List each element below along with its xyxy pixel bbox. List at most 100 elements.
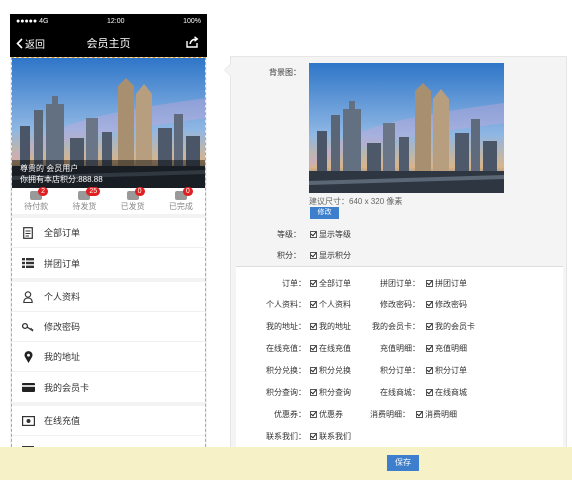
- checkmark-icon: [310, 345, 317, 352]
- checkbox-label: 个人资料: [319, 300, 351, 309]
- order-status-label: 待发货: [72, 202, 97, 211]
- option-checkbox[interactable]: 充值明细: [426, 343, 467, 354]
- menu-item-label: 在线充值: [44, 416, 81, 426]
- status-badge: 0: [182, 187, 193, 196]
- field-label: 我的地址：: [266, 322, 306, 331]
- back-button[interactable]: 返回: [16, 36, 45, 51]
- checkmark-icon: [310, 323, 317, 330]
- nav-bar: 返回 会员主页: [10, 29, 207, 57]
- field-label: 在线商城：: [380, 388, 420, 397]
- key-icon: [20, 322, 36, 332]
- menu-item-recharge[interactable]: 在线充值: [12, 406, 205, 436]
- phone-preview: ●●●●● 4G 12:00 100% 返回 会员主页 尊贵的 会员用户 你拥有…: [10, 14, 207, 454]
- menu-item-label: 我的会员卡: [44, 382, 90, 393]
- field-label: 充值明细：: [380, 344, 420, 353]
- size-hint: 建议尺寸：640 x 320 像素: [309, 197, 403, 206]
- field-label: 修改密码：: [380, 300, 420, 309]
- option-checkbox[interactable]: 积分查询: [310, 387, 351, 398]
- menu-item-profile[interactable]: 个人资料: [12, 282, 205, 312]
- cash-icon: [20, 415, 36, 426]
- edit-background-button[interactable]: 修改: [310, 207, 339, 219]
- checkbox-label: 修改密码: [435, 300, 467, 309]
- save-button[interactable]: 保存: [387, 455, 419, 471]
- order-status-unpaid[interactable]: 2 待付款: [16, 187, 56, 212]
- menu-item-member-card[interactable]: 我的会员卡: [12, 372, 205, 402]
- checkbox-label: 我的会员卡: [435, 322, 475, 331]
- order-status-to-ship[interactable]: 25 待发货: [64, 187, 104, 212]
- option-checkbox[interactable]: 积分兑换: [310, 365, 351, 376]
- card-icon: [20, 382, 36, 392]
- checkbox-label: 积分查询: [319, 388, 351, 397]
- share-icon[interactable]: [186, 36, 199, 48]
- field-label: 拼团订单：: [380, 279, 420, 288]
- option-checkbox[interactable]: 联系我们: [310, 431, 351, 442]
- list-icon: [20, 258, 36, 268]
- order-status-label: 已发货: [120, 202, 145, 211]
- order-status-label: 已完成: [168, 202, 193, 211]
- battery: 100%: [183, 18, 201, 25]
- checkbox-label: 全部订单: [319, 279, 351, 288]
- option-checkbox[interactable]: 我的地址: [310, 321, 351, 332]
- checkbox-label: 充值明细: [435, 344, 467, 353]
- level-label: 等级：: [277, 230, 301, 239]
- option-checkbox[interactable]: 积分订单: [426, 365, 467, 376]
- field-label: 个人资料：: [266, 300, 306, 309]
- user-icon: [20, 290, 36, 303]
- option-checkbox[interactable]: 在线商城: [426, 387, 467, 398]
- footer-bar: [0, 447, 572, 480]
- checkbox-label: 积分兑换: [319, 366, 351, 375]
- checkmark-icon: [426, 323, 433, 330]
- checkbox-label: 联系我们: [319, 432, 351, 441]
- checkbox-label: 显示积分: [319, 251, 351, 260]
- checkmark-icon: [310, 411, 317, 418]
- checkbox-label: 在线充值: [319, 344, 351, 353]
- menu-group-orders: 全部订单 拼团订单: [12, 218, 205, 278]
- option-checkbox[interactable]: 消费明细: [416, 409, 457, 420]
- order-status-label: 待付款: [24, 202, 49, 211]
- checkbox-label: 在线商城: [435, 388, 467, 397]
- checkbox-label: 我的地址: [319, 322, 351, 331]
- option-checkbox[interactable]: 优惠券: [310, 409, 343, 420]
- menu-item-label: 个人资料: [44, 292, 81, 302]
- menu-item-address[interactable]: 我的地址: [12, 342, 205, 372]
- cityscape-image: [309, 63, 504, 193]
- checkmark-icon: [426, 389, 433, 396]
- checkbox-label: 拼团订单: [435, 279, 467, 288]
- checkbox-label: 显示等级: [319, 230, 351, 239]
- document-icon: [20, 226, 36, 239]
- field-label: 积分查询：: [266, 388, 306, 397]
- checkmark-icon: [310, 280, 317, 287]
- show-level-checkbox[interactable]: 显示等级: [310, 229, 351, 240]
- checkmark-icon: [310, 389, 317, 396]
- menu-item-group-orders[interactable]: 拼团订单: [12, 248, 205, 278]
- status-badge: 25: [86, 187, 101, 196]
- field-label: 在线充值：: [266, 344, 306, 353]
- carrier-signal: ●●●●● 4G: [16, 18, 49, 25]
- checkmark-icon: [416, 411, 423, 418]
- checkmark-icon: [310, 252, 317, 259]
- option-checkbox[interactable]: 全部订单: [310, 278, 351, 289]
- menu-item-change-password[interactable]: 修改密码: [12, 312, 205, 342]
- order-status-shipped[interactable]: 0 已发货: [113, 187, 153, 212]
- option-checkbox[interactable]: 修改密码: [426, 299, 467, 310]
- location-pin-icon: [20, 350, 36, 363]
- option-checkbox[interactable]: 我的会员卡: [426, 321, 475, 332]
- member-greeting: 尊贵的 会员用户: [20, 164, 79, 173]
- background-image-preview: [309, 63, 504, 193]
- member-info: 尊贵的 会员用户 你拥有本店积分:888.88: [12, 160, 205, 188]
- field-label: 积分兑换：: [266, 366, 306, 375]
- field-label: 联系我们：: [266, 432, 306, 441]
- option-checkbox[interactable]: 个人资料: [310, 299, 351, 310]
- checkmark-icon: [426, 280, 433, 287]
- show-points-checkbox[interactable]: 显示积分: [310, 250, 351, 261]
- menu-item-all-orders[interactable]: 全部订单: [12, 218, 205, 248]
- field-label: 我的会员卡：: [372, 322, 420, 331]
- option-checkbox[interactable]: 拼团订单: [426, 278, 467, 289]
- member-home-area[interactable]: 尊贵的 会员用户 你拥有本店积分:888.88 2 待付款 25 待发货 0 已…: [11, 57, 206, 454]
- menu-visibility-grid: 订单： 全部订单 拼团订单： 拼团订单 个人资料： 个人资料 修改密码： 修改密…: [236, 267, 563, 457]
- field-label: 优惠券：: [274, 410, 306, 419]
- background-image-label: 背景图：: [269, 68, 301, 77]
- option-checkbox[interactable]: 在线充值: [310, 343, 351, 354]
- field-label: 消费明细：: [370, 410, 410, 419]
- order-status-completed[interactable]: 0 已完成: [161, 187, 201, 212]
